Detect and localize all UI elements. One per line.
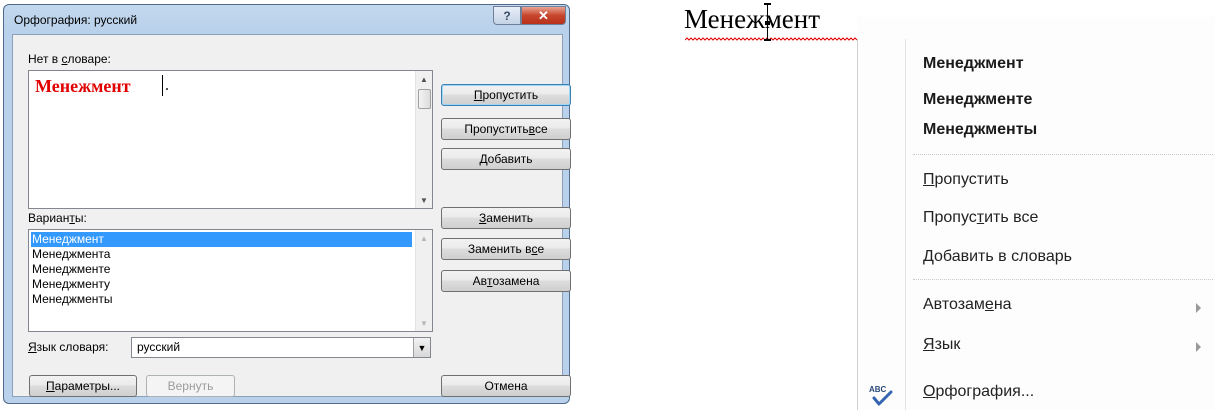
- options-button[interactable]: Параметры...: [29, 375, 137, 397]
- textbox-scrollbar[interactable]: ▲ ▼: [415, 71, 432, 208]
- skip-all-button[interactable]: Пропустить в се: [441, 118, 571, 140]
- dictionary-language-value: русский: [137, 340, 181, 354]
- replace-all-button[interactable]: Заменить все: [441, 238, 571, 260]
- scroll-thumb[interactable]: [418, 89, 431, 109]
- list-item[interactable]: Менеджменту: [31, 277, 412, 292]
- menu-suggestion[interactable]: Менеджменте: [923, 91, 1032, 109]
- spelling-squiggle: [685, 37, 857, 41]
- spelling-dialog: Орфография: русский ? ✕ Нет в словаре: М…: [3, 4, 571, 404]
- menu-item-add-to-dictionary[interactable]: Добавить в словарь: [923, 248, 1072, 266]
- text-caret: [162, 75, 163, 96]
- list-item[interactable]: Менеджмента: [31, 247, 412, 262]
- skip-button[interactable]: Пропустить: [441, 84, 571, 106]
- list-scrollbar[interactable]: ▲ ▼: [415, 230, 432, 331]
- menu-item-language[interactable]: Язык: [923, 336, 960, 354]
- spelling-check-icon: ABC: [869, 385, 893, 406]
- close-icon: ✕: [538, 7, 549, 23]
- misspelled-word: Менежмент: [35, 76, 131, 96]
- dialog-body: Нет в словаре: Менежмент ▲ ▼ Варианты: М…: [12, 34, 571, 397]
- replace-button[interactable]: Заменить: [441, 207, 571, 229]
- suggestions-list[interactable]: Менеджмент Менеджмента Менеджменте Менед…: [28, 229, 433, 332]
- not-in-dictionary-label: Нет в словаре:: [28, 52, 111, 66]
- context-menu: Менеджмент Менеджменте Менеджменты Пропу…: [857, 39, 1215, 410]
- menu-suggestion[interactable]: Менеджмент: [923, 55, 1024, 73]
- close-button[interactable]: ✕: [521, 6, 566, 25]
- list-item[interactable]: Менеджменты: [31, 292, 412, 307]
- submenu-arrow-icon: [1196, 303, 1201, 313]
- add-button[interactable]: Добавить: [441, 148, 571, 170]
- document-misspelled-word[interactable]: Менежмент: [684, 4, 820, 35]
- scroll-down-arrow-icon[interactable]: ▼: [416, 315, 432, 331]
- chevron-down-icon[interactable]: ▼: [413, 338, 430, 357]
- dialog-title: Орфография: русский: [14, 13, 138, 27]
- menu-separator: [913, 279, 1213, 280]
- menu-item-spelling[interactable]: Орфография...: [923, 383, 1034, 401]
- undo-button: Вернуть: [146, 375, 235, 397]
- list-item[interactable]: Менеджмент: [31, 232, 412, 247]
- menu-separator: [913, 154, 1213, 155]
- context-menu-top: [857, 17, 1215, 39]
- autocorrect-button[interactable]: Ав т озамена: [441, 270, 571, 292]
- suggestions-label: Варианты:: [28, 211, 87, 225]
- menu-item-skip-all[interactable]: Пропустить все: [923, 209, 1038, 227]
- title-bar[interactable]: Орфография: русский ? ✕: [4, 5, 569, 33]
- dictionary-language-label: Язык словаря:: [28, 340, 109, 354]
- cancel-button[interactable]: Отмена: [441, 375, 571, 397]
- dictionary-language-select[interactable]: русский ▼: [131, 337, 431, 358]
- svg-text:ABC: ABC: [869, 385, 887, 394]
- not-in-dictionary-textbox[interactable]: Менежмент ▲ ▼: [28, 70, 433, 209]
- list-item[interactable]: Менеджменте: [31, 262, 412, 277]
- scroll-up-arrow-icon[interactable]: ▲: [416, 71, 432, 87]
- menu-item-autocorrect[interactable]: Автозамена: [923, 296, 1012, 314]
- menu-icon-gutter: [905, 39, 906, 410]
- help-button[interactable]: ?: [493, 6, 521, 25]
- space-mark: [166, 88, 168, 90]
- menu-item-skip[interactable]: Пропустить: [923, 171, 1009, 189]
- menu-suggestion[interactable]: Менеджменты: [923, 121, 1037, 139]
- scroll-down-arrow-icon[interactable]: ▼: [416, 192, 432, 208]
- submenu-arrow-icon: [1196, 342, 1201, 352]
- help-icon: ?: [503, 8, 511, 23]
- text-cursor-icon: [764, 3, 771, 41]
- scroll-up-arrow-icon[interactable]: ▲: [416, 230, 432, 246]
